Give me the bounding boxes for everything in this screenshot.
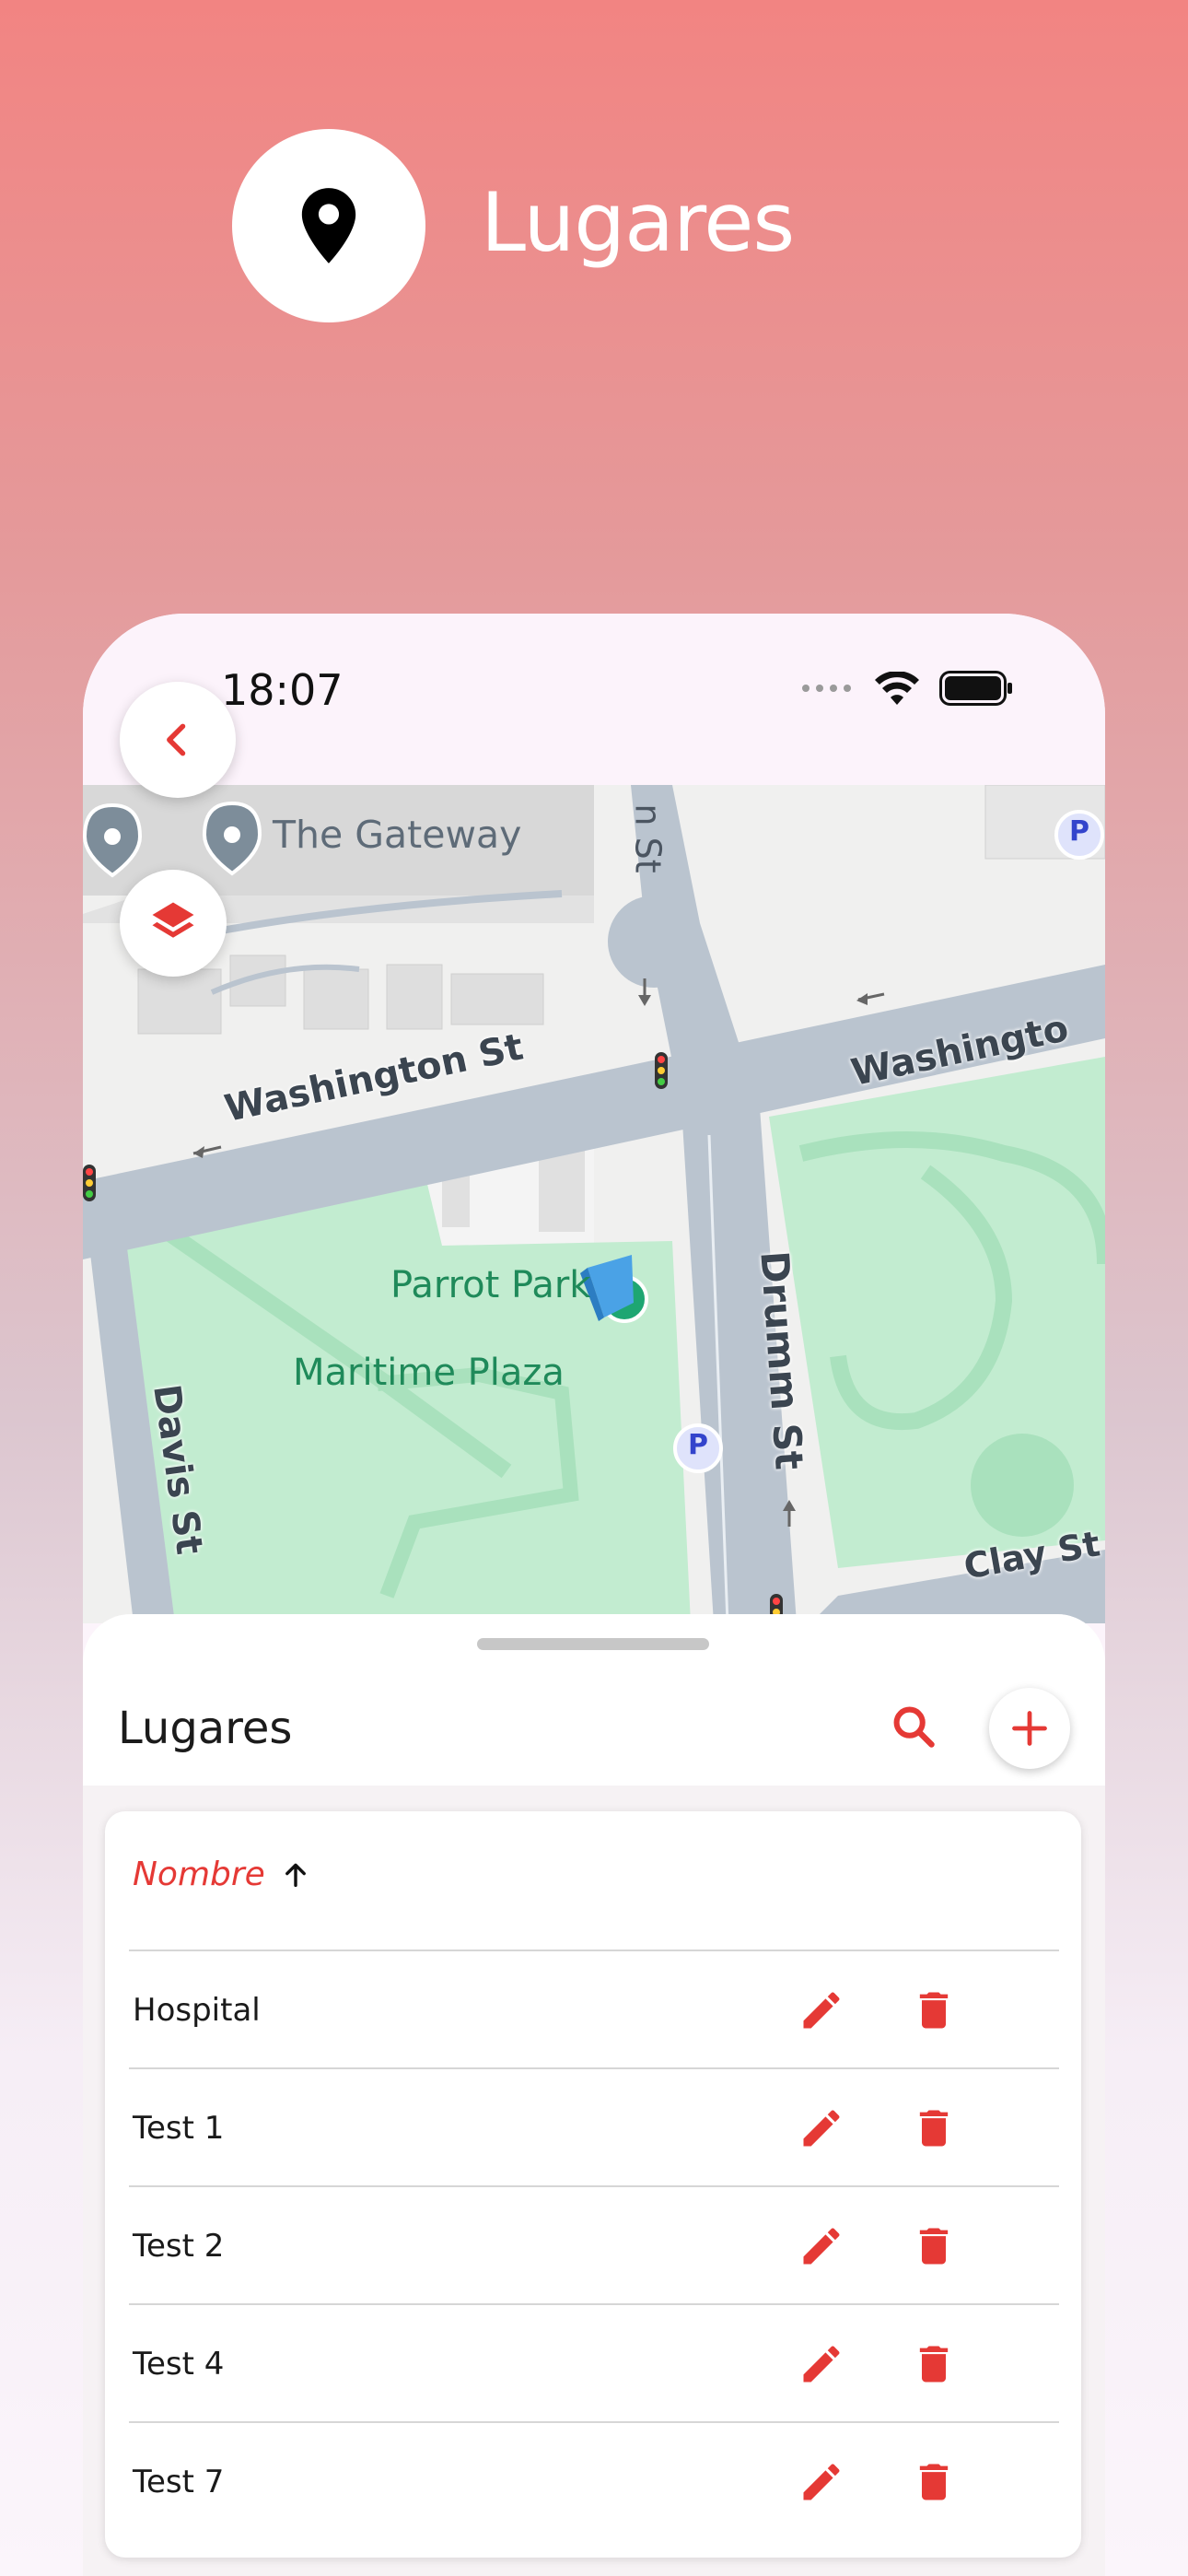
row-name: Test 4 (133, 2346, 225, 2383)
map-view[interactable]: The Gateway n St Washington St Washingto… (83, 785, 1105, 1623)
layers-icon (152, 902, 194, 938)
trash-icon (919, 2110, 949, 2147)
sheet-title: Lugares (118, 1703, 293, 1754)
table-body: Hospital Test 1 Test 2 Test 4 Test 7 (129, 1950, 1059, 2539)
map-label-the-gateway: The Gateway (273, 813, 522, 857)
parking-marker[interactable]: P (1069, 815, 1089, 848)
delete-button[interactable] (904, 1981, 963, 2040)
pencil-icon (803, 2228, 840, 2265)
hero-title: Lugares (481, 175, 795, 270)
battery-icon (939, 671, 1012, 706)
pencil-icon (803, 2110, 840, 2147)
pencil-icon (803, 1992, 840, 2029)
row-name: Hospital (133, 1992, 261, 2029)
location-pin-icon (301, 188, 356, 263)
edit-button[interactable] (792, 2099, 851, 2158)
delete-button[interactable] (904, 2453, 963, 2512)
pencil-icon (803, 2464, 840, 2500)
hero-icon (232, 129, 425, 322)
table-header[interactable]: Nombre (133, 1856, 311, 1893)
signal-dots-icon (802, 685, 851, 692)
chevron-left-icon (167, 723, 186, 756)
parking-marker[interactable]: P (688, 1429, 708, 1461)
places-table: Nombre Hospital Test 1 Test 2 Test 4 Tes… (105, 1811, 1081, 2558)
row-name: Test 7 (133, 2464, 225, 2500)
map-canvas (83, 785, 1105, 1623)
pencil-icon (803, 2346, 840, 2383)
search-button[interactable] (884, 1697, 943, 1756)
delete-button[interactable] (904, 2217, 963, 2276)
places-bottom-sheet: Lugares Nombre Hospital Test 1 Test 2 Te… (83, 1614, 1105, 2576)
column-header-nombre[interactable]: Nombre (133, 1856, 265, 1893)
edit-button[interactable] (792, 2453, 851, 2512)
table-row[interactable]: Hospital (129, 1950, 1059, 2067)
map-label-parrot-park: Parrot Park (390, 1264, 591, 1306)
delete-button[interactable] (904, 2335, 963, 2394)
status-bar: 18:07 (83, 614, 1105, 785)
phone-screen: 18:07 The Gateway n St Washington St Was… (83, 614, 1105, 2576)
map-label-top-street: n St (627, 803, 669, 873)
plus-icon (1012, 1711, 1047, 1746)
drag-handle[interactable] (477, 1638, 709, 1650)
wifi-icon (875, 672, 919, 705)
trash-icon (919, 2228, 949, 2265)
table-row[interactable]: Test 2 (129, 2185, 1059, 2303)
edit-button[interactable] (792, 2335, 851, 2394)
map-label-maritime-plaza: Maritime Plaza (293, 1352, 565, 1394)
layers-button[interactable] (120, 870, 227, 977)
sheet-header: Lugares (83, 1614, 1105, 1786)
trash-icon (919, 2346, 949, 2383)
arrow-up-icon (285, 1863, 306, 1887)
back-button[interactable] (120, 682, 236, 798)
table-row[interactable]: Test 7 (129, 2421, 1059, 2539)
delete-button[interactable] (904, 2099, 963, 2158)
table-row[interactable]: Test 1 (129, 2067, 1059, 2185)
edit-button[interactable] (792, 1981, 851, 2040)
add-place-button[interactable] (989, 1688, 1070, 1769)
row-name: Test 2 (133, 2228, 225, 2265)
table-row[interactable]: Test 4 (129, 2303, 1059, 2421)
status-time: 18:07 (221, 665, 344, 715)
status-icons (801, 671, 1013, 706)
trash-icon (919, 2464, 949, 2500)
search-icon (893, 1706, 935, 1748)
row-name: Test 1 (133, 2110, 225, 2147)
edit-button[interactable] (792, 2217, 851, 2276)
trash-icon (919, 1992, 949, 2029)
